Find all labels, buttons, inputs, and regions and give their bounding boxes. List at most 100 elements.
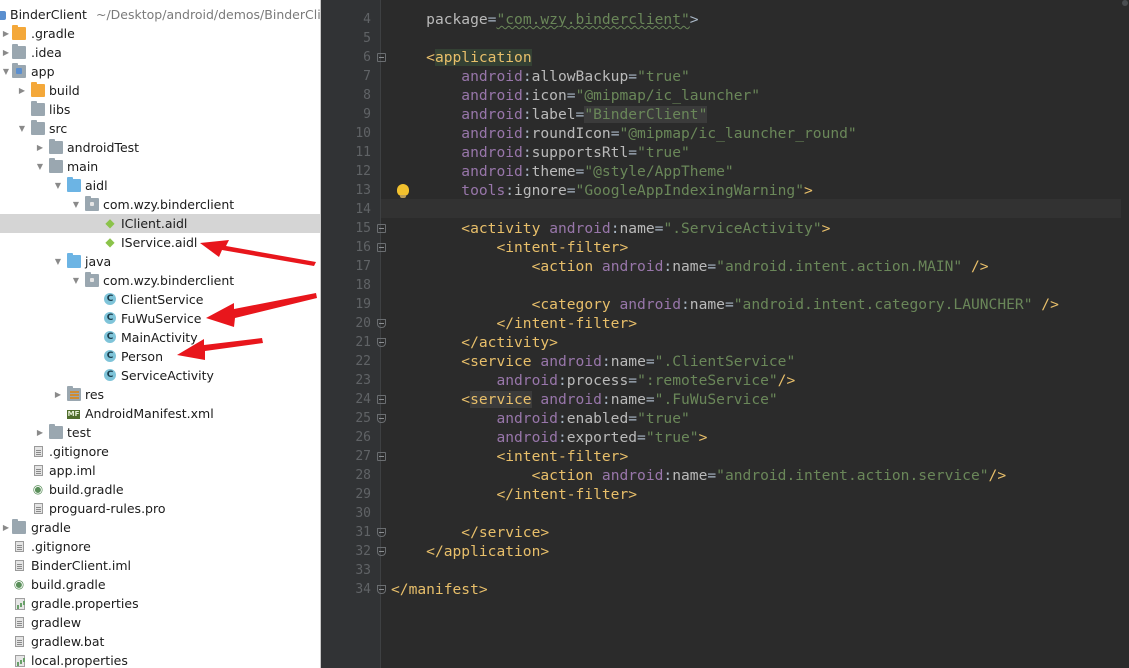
tree-item-app-module[interactable]: ▼ app (0, 62, 320, 81)
tree-item-gradle-folder-root[interactable]: ▶ gradle (0, 518, 320, 537)
chevron-right-icon[interactable]: ▶ (34, 138, 46, 157)
vertical-scrollbar[interactable] (1121, 0, 1129, 668)
chevron-down-icon[interactable]: ▼ (0, 62, 12, 81)
tree-item-src-folder[interactable]: ▼ src (0, 119, 320, 138)
tree-item-clientservice-class[interactable]: C ClientService (0, 290, 320, 309)
scrollbar-thumb[interactable] (1122, 0, 1128, 6)
tree-item-aidl-package[interactable]: ▼ com.wzy.binderclient (0, 195, 320, 214)
code-line[interactable]: android:process=":remoteService"/> (391, 371, 795, 390)
code-line[interactable]: <intent-filter> (391, 238, 628, 257)
chevron-right-icon[interactable]: ▶ (0, 518, 12, 537)
chevron-down-icon[interactable]: ▼ (52, 252, 64, 271)
code-line[interactable]: </intent-filter> (391, 485, 637, 504)
line-number: 5 (363, 31, 371, 46)
code-line[interactable]: </service> (391, 523, 549, 542)
tree-item-fuwuservice-class[interactable]: C FuWuService (0, 309, 320, 328)
code-line[interactable]: android:label="BinderClient" (391, 105, 708, 124)
tree-item-gradle-properties-file[interactable]: gradle.properties (0, 594, 320, 613)
tree-item-test-folder[interactable]: ▶ test (0, 423, 320, 442)
tree-item-proguard-rules-file[interactable]: proguard-rules.pro (0, 499, 320, 518)
tree-item-binderclient-iml-file[interactable]: BinderClient.iml (0, 556, 320, 575)
code-line[interactable]: android:exported="true"> (391, 428, 707, 447)
tree-item-person-class[interactable]: C Person (0, 347, 320, 366)
code-token: android (619, 296, 681, 313)
tree-item-java-package[interactable]: ▼ com.wzy.binderclient (0, 271, 320, 290)
code-line[interactable]: </activity> (391, 333, 558, 352)
fold-marker-icon[interactable] (377, 452, 386, 461)
tree-item-app-build-gradle-file[interactable]: ◉ build.gradle (0, 480, 320, 499)
tree-item-gradlew-file[interactable]: gradlew (0, 613, 320, 632)
fold-marker-icon[interactable] (377, 53, 386, 62)
code-line[interactable]: package="com.wzy.binderclient"> (391, 10, 698, 29)
chevron-down-icon[interactable]: ▼ (16, 119, 28, 138)
code-line[interactable]: </intent-filter> (391, 314, 637, 333)
code-line[interactable]: <action android:name="android.intent.act… (391, 257, 989, 276)
fold-marker-icon[interactable] (377, 414, 386, 423)
folder-icon (31, 120, 45, 135)
tree-item-res-folder[interactable]: ▶ res (0, 385, 320, 404)
chevron-right-icon[interactable]: ▶ (34, 423, 46, 442)
tree-item-root-gitignore-file[interactable]: .gitignore (0, 537, 320, 556)
fold-marker-icon[interactable] (377, 585, 386, 594)
code-line[interactable]: <service android:name=".ClientService" (391, 352, 795, 371)
tree-item-root-build-gradle-file[interactable]: ◉ build.gradle (0, 575, 320, 594)
tree-item-app-iml-file[interactable]: app.iml (0, 461, 320, 480)
fold-marker-icon[interactable] (377, 319, 386, 328)
line-number: 29 (355, 487, 371, 502)
code-line[interactable]: android:icon="@mipmap/ic_launcher" (391, 86, 760, 105)
chevron-right-icon[interactable]: ▶ (16, 81, 28, 100)
code-punctuation: = (628, 144, 638, 161)
fold-marker-icon[interactable] (377, 395, 386, 404)
code-line[interactable]: android:roundIcon="@mipmap/ic_launcher_r… (391, 124, 856, 143)
code-editor[interactable]: 4 5 6 7 8 9 10 11 12 13 14 15 16 17 18 19 20 21 22 23 24 25 26… (321, 0, 1129, 668)
chevron-down-icon[interactable]: ▼ (70, 271, 82, 290)
tree-item-main-folder[interactable]: ▼ main (0, 157, 320, 176)
tree-item-java-folder[interactable]: ▼ java (0, 252, 320, 271)
chevron-down-icon[interactable]: ▼ (70, 195, 82, 214)
code-line[interactable]: android:theme="@style/AppTheme" (391, 162, 733, 181)
code-line[interactable]: <application (391, 48, 532, 67)
code-line[interactable]: android:supportsRtl="true" (391, 143, 689, 162)
fold-marker-icon[interactable] (377, 224, 386, 233)
chevron-right-icon[interactable]: ▶ (0, 43, 12, 62)
tree-item-build-folder[interactable]: ▶ build (0, 81, 320, 100)
tree-item-gradle-folder[interactable]: ▶ .gradle (0, 24, 320, 43)
tree-root-row[interactable]: BinderClient ~/Desktop/android/demos/Bin… (0, 5, 320, 24)
tree-item-androidmanifest-file[interactable]: MF AndroidManifest.xml (0, 404, 320, 423)
code-line[interactable]: </manifest> (391, 580, 488, 599)
code-token: category (540, 296, 611, 313)
tree-item-idea-folder[interactable]: ▶ .idea (0, 43, 320, 62)
code-line[interactable]: <category android:name="android.intent.c… (391, 295, 1059, 314)
tree-item-libs-folder[interactable]: libs (0, 100, 320, 119)
code-line[interactable]: <action android:name="android.intent.act… (391, 466, 1007, 485)
tree-item-gradlew-bat-file[interactable]: gradlew.bat (0, 632, 320, 651)
code-line[interactable]: android:enabled="true" (391, 409, 689, 428)
fold-marker-icon[interactable] (377, 338, 386, 347)
code-punctuation: = (628, 372, 638, 389)
chevron-right-icon[interactable]: ▶ (0, 24, 12, 43)
fold-marker-icon[interactable] (377, 528, 386, 537)
code-token: android (461, 144, 523, 161)
class-icon: C (104, 312, 116, 324)
fold-marker-icon[interactable] (377, 547, 386, 556)
tree-item-mainactivity-class[interactable]: C MainActivity (0, 328, 320, 347)
tree-item-app-gitignore-file[interactable]: .gitignore (0, 442, 320, 461)
tree-item-serviceactivity-class[interactable]: C ServiceActivity (0, 366, 320, 385)
code-line[interactable]: tools:ignore="GoogleAppIndexingWarning"> (391, 181, 813, 200)
code-punctuation: > (478, 581, 488, 598)
chevron-right-icon[interactable]: ▶ (52, 385, 64, 404)
fold-marker-icon[interactable] (377, 243, 386, 252)
tree-item-local-properties-file[interactable]: local.properties (0, 651, 320, 668)
tree-item-androidtest-folder[interactable]: ▶ androidTest (0, 138, 320, 157)
code-line[interactable]: <service android:name=".FuWuService" (391, 390, 778, 409)
tree-item-aidl-folder[interactable]: ▼ aidl (0, 176, 320, 195)
code-line[interactable]: <intent-filter> (391, 447, 628, 466)
tree-item-label: ServiceActivity (121, 368, 214, 383)
chevron-down-icon[interactable]: ▼ (34, 157, 46, 176)
chevron-down-icon[interactable]: ▼ (52, 176, 64, 195)
code-line[interactable]: android:allowBackup="true" (391, 67, 689, 86)
tree-item-iclient-aidl-file[interactable]: ◆ IClient.aidl (0, 214, 320, 233)
code-line[interactable]: </application> (391, 542, 549, 561)
tree-item-iservice-aidl-file[interactable]: ◆ IService.aidl (0, 233, 320, 252)
code-line[interactable]: <activity android:name=".ServiceActivity… (391, 219, 830, 238)
